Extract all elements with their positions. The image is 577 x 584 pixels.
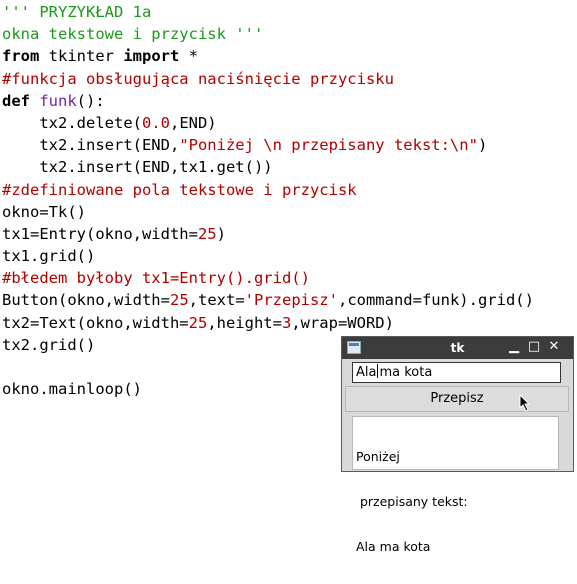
- entry-text-before: Ala: [356, 365, 377, 380]
- code-token: tx1.grid(): [2, 247, 96, 266]
- code-token: Button(okno,width=: [2, 291, 170, 310]
- tk-window: tk ▁ □ ✕ Ala ma kota Przepisz Poniżej prz…: [341, 336, 574, 554]
- code-token: ): [216, 224, 226, 243]
- output-line: Poniżej: [356, 449, 400, 464]
- code-token: 3: [281, 313, 292, 332]
- output-line: Ala ma kota: [356, 539, 431, 554]
- code-token: ): [477, 136, 488, 155]
- code-token: *: [179, 47, 198, 66]
- code-token: "Poniżej \n przepisany tekst:\n": [179, 136, 478, 155]
- code-line: tx2.insert(END,tx1.get()): [2, 156, 534, 178]
- code-token: 25: [188, 313, 208, 332]
- code-token: funk: [39, 91, 77, 110]
- code-token: ''' PRYZYKŁAD 1a: [2, 3, 152, 21]
- code-token: 'Przepisz': [244, 291, 338, 310]
- output-text[interactable]: Poniżej przepisany tekst: Ala ma kota: [352, 416, 559, 554]
- code-token: ,wrap=WORD): [291, 313, 394, 332]
- code-token: tx2=Text(okno,width=: [2, 313, 189, 332]
- code-token: def: [2, 91, 30, 110]
- code-token: 0.0: [141, 113, 170, 132]
- code-token: ,text=: [188, 291, 245, 310]
- code-token: ,height=: [207, 313, 282, 332]
- code-line: tx2=Text(okno,width=25,height=3,wrap=WOR…: [2, 312, 534, 334]
- code-line: def funk():: [2, 90, 534, 112]
- code-token: 25: [197, 224, 217, 243]
- code-line: ''' PRYZYKŁAD 1a: [2, 1, 534, 23]
- code-token: ():: [76, 91, 105, 110]
- code-token: tx2.insert(END,tx1.get()): [2, 158, 273, 177]
- code-token: #błedem byłoby tx1=Entry().grid(): [2, 269, 310, 288]
- minimize-icon[interactable]: ▁: [507, 340, 521, 354]
- przepisz-button[interactable]: Przepisz: [345, 386, 569, 412]
- code-token: okno=Tk(): [2, 202, 86, 221]
- code-line: tx1.grid(): [2, 245, 534, 267]
- code-line: Button(okno,width=25,text='Przepisz',com…: [2, 289, 534, 311]
- close-icon[interactable]: ✕: [547, 340, 561, 354]
- code-line: tx1=Entry(okno,width=25): [2, 223, 534, 245]
- code-token: okno.mainloop(): [2, 380, 142, 399]
- mouse-pointer-icon: [519, 394, 531, 412]
- code-token: tx2.insert(END,: [2, 136, 180, 155]
- code-line: tx2.insert(END,"Poniżej \n przepisany te…: [2, 134, 534, 156]
- code-token: ,END): [169, 113, 217, 132]
- code-line: okna tekstowe i przycisk ''': [2, 23, 534, 45]
- code-token: 25: [169, 291, 189, 310]
- code-token: tkinter: [39, 47, 124, 66]
- code-line: okno=Tk(): [2, 201, 534, 223]
- code-token: okna tekstowe i przycisk ''': [2, 25, 264, 44]
- code-token: tx1=Entry(okno,width=: [2, 224, 198, 243]
- code-token: tx2.delete(: [2, 113, 142, 132]
- maximize-icon[interactable]: □: [527, 340, 541, 354]
- output-line: przepisany tekst:: [356, 494, 468, 509]
- text-entry[interactable]: Ala ma kota: [352, 362, 561, 383]
- code-token: ,command=funk).grid(): [337, 291, 534, 310]
- code-token: from: [2, 47, 40, 66]
- code-token: tx2.grid(): [2, 335, 96, 354]
- code-line: from tkinter import *: [2, 45, 534, 67]
- code-line: #błedem byłoby tx1=Entry().grid(): [2, 267, 534, 289]
- window-titlebar[interactable]: tk ▁ □ ✕: [342, 337, 573, 359]
- code-token: import: [123, 47, 180, 66]
- code-token: #zdefiniowane pola tekstowe i przycisk: [2, 180, 357, 199]
- code-line: tx2.delete(0.0,END): [2, 112, 534, 134]
- code-line: #zdefiniowane pola tekstowe i przycisk: [2, 179, 534, 201]
- code-line: #funkcja obsługująca naciśnięcie przycis…: [2, 68, 534, 90]
- code-token: #funkcja obsługująca naciśnięcie przycis…: [2, 69, 394, 88]
- entry-text-after: ma kota: [379, 365, 433, 380]
